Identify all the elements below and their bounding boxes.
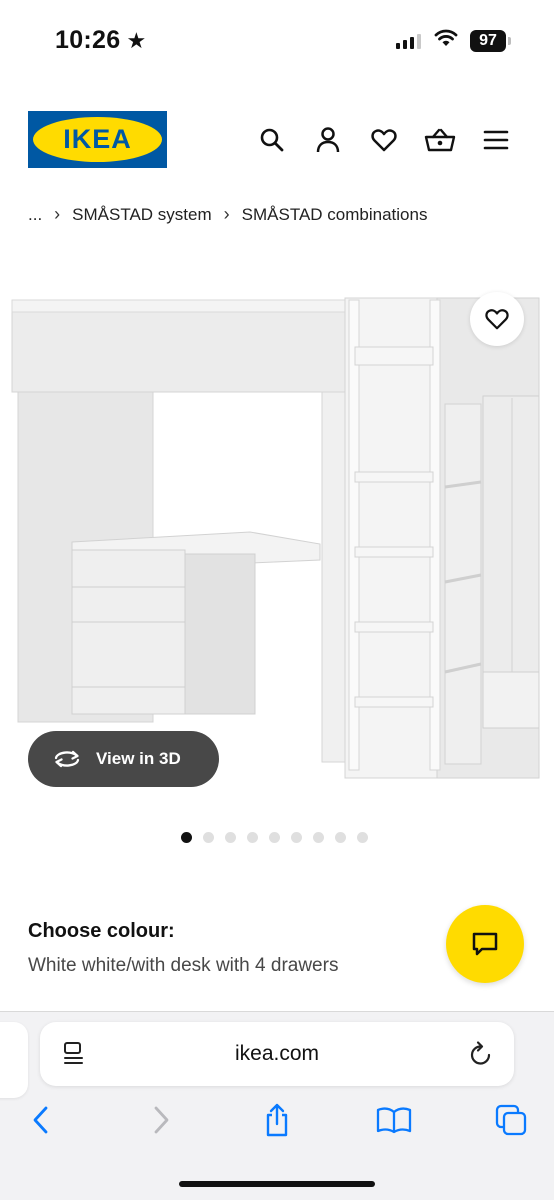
url-text: ikea.com — [234, 1042, 320, 1065]
browser-toolbar: ikea.com — [0, 1011, 554, 1200]
status-time: 10:26 ★ — [55, 26, 146, 55]
chevron-right-icon: › — [54, 204, 61, 224]
chevron-right-icon: › — [223, 204, 230, 224]
menu-icon[interactable] — [480, 124, 512, 156]
tabs-icon[interactable] — [491, 1100, 531, 1140]
carousel-dot[interactable] — [203, 832, 214, 843]
battery-icon: 97 — [470, 30, 511, 52]
rotate-3d-icon — [54, 750, 80, 768]
status-time-text: 10:26 — [55, 26, 121, 54]
breadcrumb-item-smastad-system[interactable]: SMÅSTAD system — [72, 205, 211, 225]
product-image[interactable] — [0, 292, 554, 792]
chat-button[interactable] — [446, 905, 524, 983]
share-icon[interactable] — [257, 1100, 297, 1140]
browser-nav — [0, 1100, 554, 1146]
carousel-dot[interactable] — [181, 832, 192, 843]
logo-text: IKEA — [63, 124, 132, 154]
star-icon: ★ — [126, 27, 147, 53]
breadcrumb-ellipsis[interactable]: ... — [28, 205, 42, 225]
breadcrumb: ... › SMÅSTAD system › SMÅSTAD combinati… — [28, 204, 427, 225]
carousel-dot[interactable] — [225, 832, 236, 843]
view-in-3d-label: View in 3D — [96, 749, 181, 768]
address-bar[interactable]: ikea.com — [40, 1022, 514, 1086]
ikea-logo[interactable]: IKEA — [28, 111, 167, 168]
basket-icon[interactable] — [424, 124, 456, 156]
choose-colour-heading: Choose colour: — [28, 920, 175, 942]
forward-icon[interactable] — [141, 1100, 181, 1140]
wifi-icon — [434, 29, 458, 46]
colour-value[interactable]: White white/with desk with 4 drawers — [28, 955, 338, 977]
carousel-dot[interactable] — [247, 832, 258, 843]
reload-icon[interactable] — [468, 1040, 494, 1068]
carousel-dot[interactable] — [291, 832, 302, 843]
carousel-dot[interactable] — [357, 832, 368, 843]
back-icon[interactable] — [21, 1100, 61, 1140]
chat-icon — [472, 932, 498, 956]
previous-tab-preview[interactable] — [0, 1022, 28, 1098]
carousel-dots — [181, 832, 368, 843]
search-icon[interactable] — [256, 124, 288, 156]
user-icon[interactable] — [312, 124, 344, 156]
heart-icon — [485, 309, 509, 330]
carousel-dot[interactable] — [335, 832, 346, 843]
logo-oval: IKEA — [33, 117, 162, 162]
carousel-dot[interactable] — [269, 832, 280, 843]
status-bar: 10:26 ★ 97 — [0, 0, 554, 84]
header-actions — [256, 124, 516, 156]
home-indicator — [179, 1181, 375, 1187]
heart-icon[interactable] — [368, 124, 400, 156]
carousel-dot[interactable] — [313, 832, 324, 843]
bookmarks-icon[interactable] — [374, 1100, 414, 1140]
signal-icon — [396, 33, 421, 49]
view-in-3d-button[interactable]: View in 3D — [28, 731, 219, 787]
loft-bed-desk-wardrobe-image — [11, 297, 540, 779]
breadcrumb-item-smastad-combinations[interactable]: SMÅSTAD combinations — [242, 205, 428, 225]
favourite-button[interactable] — [470, 292, 524, 346]
